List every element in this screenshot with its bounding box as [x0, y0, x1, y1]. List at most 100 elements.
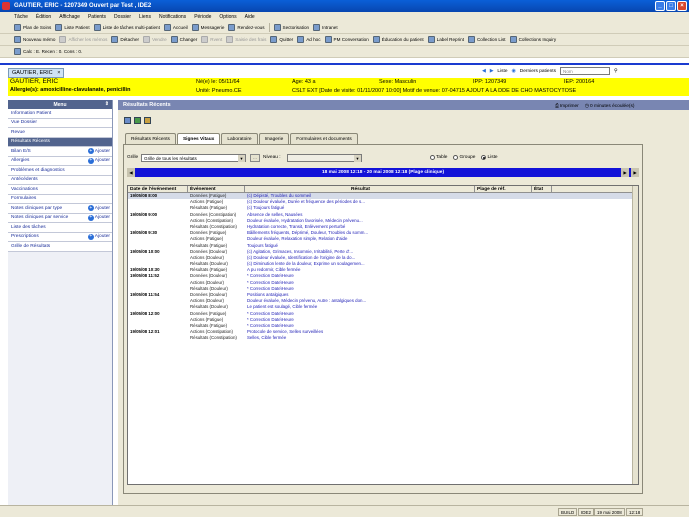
view-option-radio[interactable]: Liste	[481, 155, 498, 160]
results-tab[interactable]: Laboratoire	[221, 133, 258, 144]
table-row[interactable]: Résultats (Constipation) Selles, Cible fe…	[128, 335, 638, 341]
forward-icon[interactable]: ▶	[490, 69, 494, 74]
sidebar-item[interactable]: Notes cliniques par service + Ajouter	[8, 213, 112, 223]
action-button[interactable]: Nouveau mémo	[14, 36, 55, 43]
toolbar-button[interactable]: Liste Patient	[55, 24, 90, 31]
menu-item[interactable]: Liens	[139, 14, 151, 20]
column-header[interactable]: Événement	[188, 186, 245, 192]
action-icon	[14, 36, 21, 43]
grid-browse-button[interactable]: …	[250, 154, 260, 162]
action-button[interactable]: Collections Inquiry	[509, 36, 556, 43]
column-header[interactable]: Résultat	[245, 186, 475, 192]
sidebar-item[interactable]: Vue Dossier	[8, 118, 112, 128]
date-prev-button[interactable]: ◀	[127, 168, 135, 177]
menu-item[interactable]: Options	[219, 14, 236, 20]
sidebar-item[interactable]: Formulaires	[8, 194, 112, 204]
results-tab[interactable]: Signes Vitaux	[176, 133, 221, 144]
toolbar-button[interactable]: Messagerie	[191, 24, 224, 31]
patient-name-input[interactable]: Nom	[560, 67, 610, 75]
list-button[interactable]: Liste	[497, 69, 507, 74]
grid-select[interactable]: Grille de tous les résultats ▼	[141, 154, 246, 162]
patient-visit: CSLT EXT [Date de visite: 01/11/2007 10:…	[292, 88, 577, 94]
sidebar-item[interactable]: Revue	[8, 128, 112, 138]
add-button[interactable]: + Ajouter	[87, 214, 110, 221]
grid-scrollbar[interactable]	[632, 186, 638, 484]
add-button[interactable]: + Ajouter	[87, 157, 110, 164]
results-tab[interactable]: Résultats Récents	[125, 133, 176, 144]
close-patient-icon[interactable]: ×	[57, 70, 60, 76]
level-select[interactable]: ▼	[287, 154, 362, 162]
add-button[interactable]: + Ajouter	[87, 233, 110, 240]
toolbar-button-label: Accueil	[172, 25, 188, 30]
menu-item[interactable]: Notifications	[159, 14, 186, 20]
action-button[interactable]: Collection List	[467, 36, 506, 43]
sidebar-item[interactable]: Allergies + Ajouter	[8, 156, 112, 166]
add-button[interactable]: + Ajouter	[87, 148, 110, 155]
action-button[interactable]: PM Conversation	[324, 36, 369, 43]
results-grid: Date de l'événement Événement Résultat Plag…	[127, 185, 639, 485]
menu-item[interactable]: Période	[194, 14, 211, 20]
sidebar-item[interactable]: Antécédents	[8, 175, 112, 185]
counters-button[interactable]: Calc : E. Recen : 0. Cons : 0.	[14, 48, 82, 55]
sidebar-item[interactable]: Liste des tâches	[8, 223, 112, 233]
filter-icon[interactable]	[144, 117, 151, 124]
menu-item[interactable]: Tâche	[14, 14, 28, 20]
sidebar-item[interactable]: Vaccinations	[8, 185, 112, 195]
view-option-radio[interactable]: Table	[430, 155, 447, 160]
action-button-label: Nouveau mémo	[23, 37, 56, 42]
patient-name-tab[interactable]: GAUTIER, ERIC ×	[8, 68, 65, 78]
date-next-button[interactable]: ▶	[621, 168, 629, 177]
sidebar-item[interactable]: Résultats Récents	[8, 137, 112, 147]
print-button[interactable]: ⎙ Imprimer	[555, 103, 579, 110]
results-tab[interactable]: Imagerie	[258, 133, 290, 144]
action-button[interactable]: Label Reprint	[427, 36, 464, 43]
action-icon	[270, 36, 278, 43]
menu-item[interactable]: Aide	[245, 14, 255, 20]
action-button[interactable]: Changer	[170, 36, 198, 43]
toolbar-button[interactable]: Sectorisation	[273, 24, 309, 31]
chart-icon[interactable]	[134, 117, 141, 124]
refresh-icon[interactable]	[124, 117, 131, 124]
column-header[interactable]: Date de l'événement	[128, 186, 188, 192]
view-options: Table Groupe Liste	[430, 155, 498, 160]
back-icon[interactable]: ◀	[482, 69, 486, 74]
sidebar-item[interactable]: Notes cliniques par type + Ajouter	[8, 204, 112, 214]
elapsed-time[interactable]: ◷ 0 minutes écoulée(s)	[585, 104, 635, 109]
view-option-radio[interactable]: Groupe	[453, 155, 475, 160]
view-option-label: Table	[436, 155, 448, 160]
add-button[interactable]: + Ajouter	[87, 205, 110, 212]
maximize-button[interactable]: □	[666, 1, 676, 11]
action-button[interactable]: Éducation du patient	[372, 36, 424, 43]
row-result[interactable]: Selles, Cible fermée	[245, 335, 475, 341]
action-button-label: Changer	[179, 37, 198, 42]
toolbar-button[interactable]: Liste de tâches multi-patient	[93, 24, 160, 31]
minimize-button[interactable]: _	[655, 1, 665, 11]
toolbar-button[interactable]: Intranet	[313, 24, 338, 31]
action-button[interactable]: Ad hoc	[297, 36, 321, 43]
sidebar-item[interactable]: Bilan E/S + Ajouter	[8, 147, 112, 157]
toolbar-button[interactable]: Plan de Soins	[14, 24, 51, 31]
toolbar-button[interactable]: Accueil	[163, 24, 188, 31]
column-header[interactable]: État	[532, 186, 552, 192]
close-button[interactable]: ×	[677, 1, 687, 11]
menu-item[interactable]: Édition	[36, 14, 51, 20]
binoculars-icon[interactable]: ⚲	[614, 69, 618, 74]
menu-item[interactable]: Affichage	[59, 14, 80, 20]
toolbar-button[interactable]: Rendez-vous	[228, 24, 265, 31]
results-tab[interactable]: Formulaires et documents	[290, 133, 358, 144]
sidebar-item[interactable]: Information Patient	[8, 109, 112, 119]
menu-item[interactable]: Dossier	[114, 14, 131, 20]
column-header[interactable]: Plage de réf.	[475, 186, 532, 192]
recent-patients-dropdown[interactable]: Derniers patients	[520, 69, 556, 74]
patient-ipp: IPP: 1207349	[473, 79, 507, 85]
action-button-label: Rvent	[210, 37, 223, 42]
sidebar-item[interactable]: Grille de Résultats	[8, 242, 112, 252]
action-button[interactable]: Détacher	[111, 36, 139, 43]
action-button[interactable]: Quitter	[270, 36, 293, 43]
pin-icon[interactable]: ⇕	[105, 101, 109, 107]
date-range-bar: ◀ 18 mai 2008 12:18 - 20 mai 2008 12:18 …	[127, 168, 639, 177]
sidebar-item[interactable]: Problèmes et diagnostics	[8, 166, 112, 176]
sidebar-item[interactable]: Prescriptions + Ajouter	[8, 232, 112, 242]
menu-item[interactable]: Patients	[88, 14, 106, 20]
date-end-button[interactable]: ▶	[631, 168, 639, 177]
